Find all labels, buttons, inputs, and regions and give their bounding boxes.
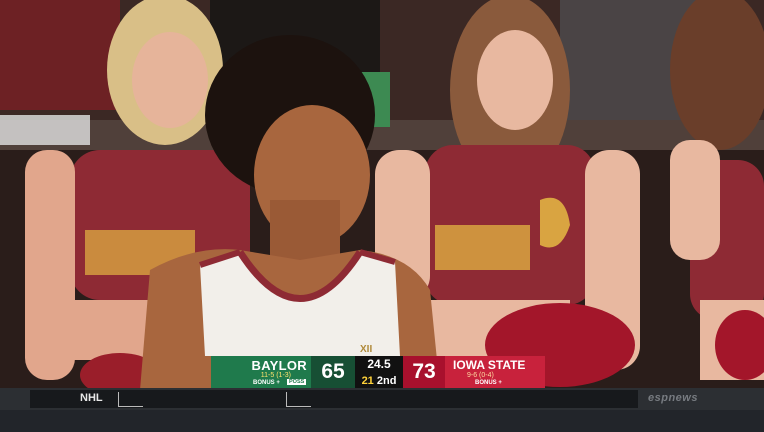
bottom-ticker: NHL espnews [0, 388, 764, 432]
home-bonus-indicator: BONUS + [253, 380, 280, 386]
period-label: 2nd [376, 375, 397, 387]
away-team-record: 9-6 (0-4) [467, 372, 494, 379]
scorebug: BAYLOR 11-5 (1-3) BONUS + POSS 65 24.5 2… [211, 356, 545, 388]
video-frame: XII BAYLOR 11-5 (1-3) BONUS + POSS 65 24… [0, 0, 764, 432]
home-team-name: BAYLOR [251, 358, 307, 373]
game-clock: 24.5 21 2nd [355, 356, 403, 388]
away-score: 73 [403, 356, 445, 388]
ticker-bracket-mark [118, 392, 143, 407]
away-team-panel: IOWA STATE 9-6 (0-4) BONUS + [445, 356, 545, 388]
network-logo: espnews [648, 392, 698, 404]
possession-indicator: POSS [287, 379, 307, 385]
home-score: 65 [311, 356, 355, 388]
away-bonus-indicator: BONUS + [475, 380, 502, 386]
period-row: 21 2nd [355, 375, 403, 387]
shot-clock: 21 [361, 375, 374, 387]
game-clock-time: 24.5 [367, 357, 391, 371]
ticker-bracket-mark [286, 392, 311, 407]
away-team-name: IOWA STATE [453, 358, 526, 372]
ticker-league-label: NHL [80, 392, 103, 404]
home-team-panel: BAYLOR 11-5 (1-3) BONUS + POSS [211, 356, 311, 388]
svg-text:XII: XII [360, 344, 372, 355]
home-team-record: 11-5 (1-3) [260, 372, 291, 379]
ticker-lower-strip [0, 410, 764, 432]
